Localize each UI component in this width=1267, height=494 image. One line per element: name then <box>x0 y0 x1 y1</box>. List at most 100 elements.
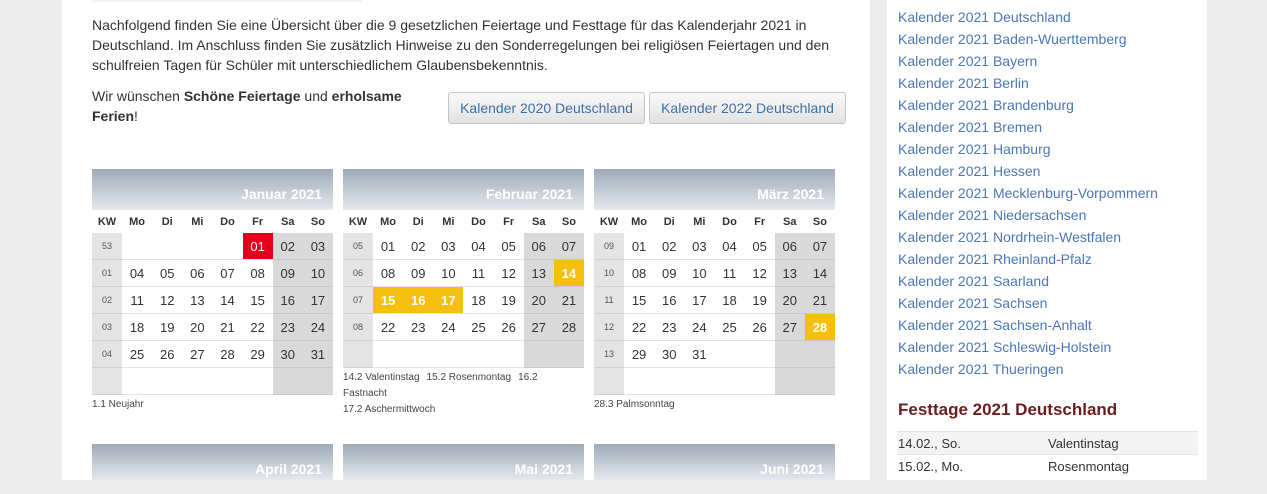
day-cell <box>122 233 153 260</box>
day-cell: 23 <box>403 313 434 341</box>
sidebar-link[interactable]: Kalender 2021 Berlin <box>898 72 1158 94</box>
day-cell: 02 <box>272 233 303 260</box>
day-cell <box>553 340 584 368</box>
festival-day: 15 <box>373 286 404 314</box>
weekday-header: So <box>310 215 325 228</box>
day-cell <box>403 340 434 368</box>
sidebar-link[interactable]: Kalender 2021 Nordrhein-Westfalen <box>898 226 1158 248</box>
day-cell: 25 <box>122 340 153 368</box>
weekday-header: Mi <box>442 215 455 228</box>
weekday-header: Di <box>161 215 173 228</box>
day-cell: 04 <box>463 233 494 260</box>
week-row: 53 01 02 03 <box>92 233 333 260</box>
sidebar-link[interactable]: Kalender 2021 Brandenburg <box>898 94 1158 116</box>
sidebar-link[interactable]: Kalender 2021 Bayern <box>898 50 1158 72</box>
month-calendar: Januar 2021 KW Mo Di Mi Do Fr Sa So 53 01 02 03 01 04 0… <box>92 169 333 413</box>
sidebar-link[interactable]: Kalender 2021 Niedersachsen <box>898 204 1158 226</box>
sidebar-links: Kalender 2021 Deutschland Kalender 2021 B… <box>898 6 1158 380</box>
calendar-2020-button[interactable]: Kalender 2020 Deutschland <box>448 92 645 124</box>
week-row <box>92 367 333 395</box>
day-cell: 20 <box>523 286 554 314</box>
week-number: 04 <box>92 340 122 368</box>
calendar-2022-button[interactable]: Kalender 2022 Deutschland <box>649 92 846 124</box>
day-cell: 14 <box>212 286 243 314</box>
day-cell: 13 <box>182 286 213 314</box>
day-cell: 07 <box>553 233 584 260</box>
day-cell: 08 <box>373 259 404 287</box>
week-row: 04 25 26 27 28 29 30 31 <box>92 340 333 368</box>
weekday-header: Di <box>663 215 675 228</box>
day-cell <box>654 367 685 395</box>
day-cell: 06 <box>523 233 554 260</box>
wish-mid: und <box>300 88 332 104</box>
day-cell: 27 <box>523 313 554 341</box>
wish-prefix: Wir wünschen <box>92 88 184 104</box>
day-cell: 20 <box>774 286 805 314</box>
day-cell: 24 <box>684 313 715 341</box>
day-cell: 28 <box>212 340 243 368</box>
day-cell: 11 <box>463 259 494 287</box>
day-cell: 01 <box>624 233 655 260</box>
day-cell: 13 <box>774 259 805 287</box>
holiday-note: 28.3 Palmsonntag <box>594 399 675 410</box>
month-title: Juni 2021 <box>594 444 835 480</box>
weekday-header: Fr <box>503 215 515 228</box>
day-cell <box>242 367 273 395</box>
day-cell <box>684 367 715 395</box>
day-cell: 09 <box>272 259 303 287</box>
sidebar-link[interactable]: Kalender 2021 Schleswig-Holstein <box>898 336 1158 358</box>
month-title: März 2021 <box>594 169 835 210</box>
day-cell: 03 <box>684 233 715 260</box>
week-number: 06 <box>343 259 373 287</box>
sidebar-link[interactable]: Kalender 2021 Sachsen <box>898 292 1158 314</box>
weekday-header: So <box>812 215 827 228</box>
weekday-header: Sa <box>281 215 295 228</box>
week-number: 02 <box>92 286 122 314</box>
sidebar-link[interactable]: Kalender 2021 Sachsen-Anhalt <box>898 314 1158 336</box>
month-title: Januar 2021 <box>92 169 333 210</box>
day-cell <box>212 233 243 260</box>
day-cell <box>302 367 333 395</box>
sidebar-link[interactable]: Kalender 2021 Saarland <box>898 270 1158 292</box>
day-cell <box>804 340 835 368</box>
day-cell: 10 <box>302 259 333 287</box>
sidebar-link[interactable]: Kalender 2021 Bremen <box>898 116 1158 138</box>
week-number: 09 <box>594 233 624 260</box>
sidebar-link[interactable]: Kalender 2021 Hamburg <box>898 138 1158 160</box>
sidebar-link[interactable]: Kalender 2021 Baden-Wuerttemberg <box>898 28 1158 50</box>
day-cell: 07 <box>804 233 835 260</box>
day-cell: 31 <box>302 340 333 368</box>
day-cell: 30 <box>654 340 685 368</box>
day-cell: 26 <box>152 340 183 368</box>
day-cell: 21 <box>212 313 243 341</box>
day-cell: 16 <box>272 286 303 314</box>
day-cell: 18 <box>714 286 745 314</box>
intro-text: Nachfolgend finden Sie eine Übersicht üb… <box>92 17 830 73</box>
festtag-date: 15.02., Mo. <box>897 454 1047 477</box>
festtag-date: 14.02., So. <box>897 431 1047 455</box>
day-cell: 09 <box>403 259 434 287</box>
festtag-name: Rosenmontag <box>1047 454 1198 477</box>
day-cell: 26 <box>493 313 524 341</box>
day-cell: 06 <box>182 259 213 287</box>
week-number: 10 <box>594 259 624 287</box>
sidebar-link[interactable]: Kalender 2021 Rheinland-Pfalz <box>898 248 1158 270</box>
sidebar-link[interactable]: Kalender 2021 Deutschland <box>898 6 1158 28</box>
day-cell: 09 <box>654 259 685 287</box>
sidebar-link[interactable]: Kalender 2021 Mecklenburg-Vorpommern <box>898 182 1158 204</box>
day-cell: 12 <box>152 286 183 314</box>
sidebar-link[interactable]: Kalender 2021 Thueringen <box>898 358 1158 380</box>
day-cell: 24 <box>302 313 333 341</box>
weekday-header: Sa <box>783 215 797 228</box>
day-cell <box>804 367 835 395</box>
sidebar-link[interactable]: Kalender 2021 Hessen <box>898 160 1158 182</box>
week-number: 12 <box>594 313 624 341</box>
day-cell: 14 <box>804 259 835 287</box>
week-number: 07 <box>343 286 373 314</box>
holiday-note: 15.2 Rosenmontag <box>426 372 512 383</box>
wish-bold-1: Schöne Feiertage <box>183 88 301 104</box>
day-cell: 19 <box>744 286 775 314</box>
day-cell <box>182 367 213 395</box>
month-notes: 14.2 Valentinstag 15.2 Rosenmontag 16.2 Fa… <box>343 370 584 418</box>
weekday-header: Do <box>722 215 737 228</box>
